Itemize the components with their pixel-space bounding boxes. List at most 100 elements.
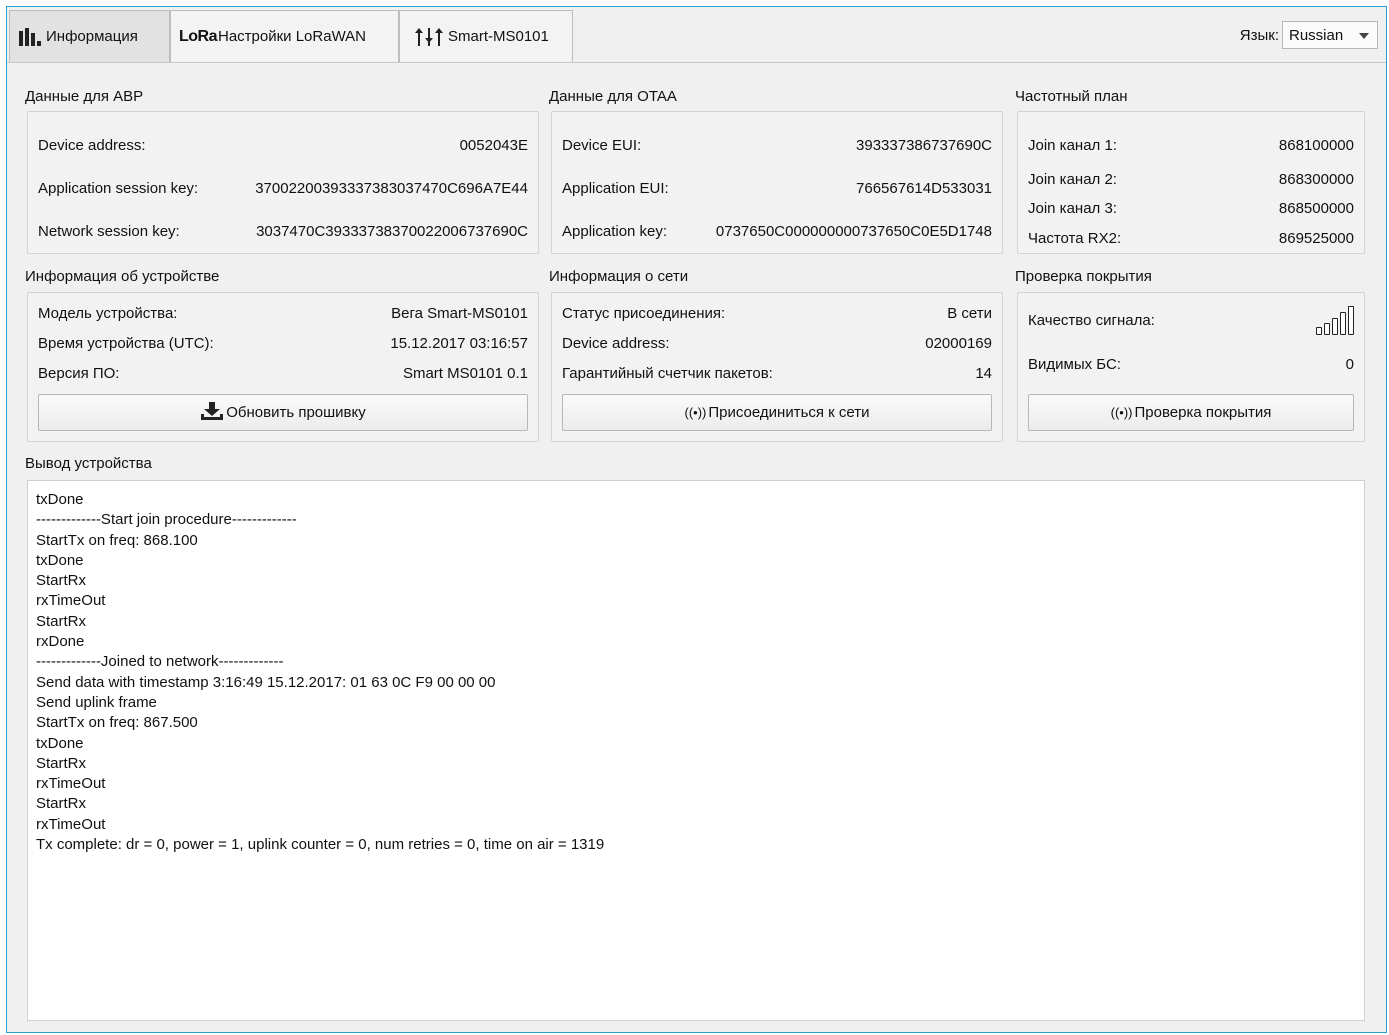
network-row-status: Статус присоединения: В сети [562,305,992,322]
button-label: Проверка покрытия [1134,404,1272,421]
tab-label: Информация [46,28,138,45]
sliders-icon [414,27,446,47]
row-label: Application EUI: [562,180,669,197]
log-line: Send data with timestamp 3:16:49 15.12.2… [36,673,496,691]
log-line: StartTx on freq: 867.500 [36,714,198,732]
language-select[interactable]: Russian [1282,21,1378,49]
tab-label: Настройки LoRaWAN [218,28,367,45]
row-label: Статус присоединения: [562,305,726,322]
row-value: 868300000 [1278,171,1354,188]
abp-row-app-session-key: Application session key: 370022003933373… [38,180,528,197]
chevron-down-icon [1359,33,1369,39]
coverage-row-bs: Видимых БС: 0 [1028,356,1354,373]
row-value: 868500000 [1278,200,1354,217]
otaa-panel: Device EUI: 393337386737690C Application… [551,111,1003,254]
row-value: 02000169 [925,335,992,352]
freq-row-join2: Join канал 2: 868300000 [1028,171,1354,188]
row-value: 393337386737690C [856,137,992,154]
row-label: Device address: [562,335,670,352]
row-value: 15.12.2017 03:16:57 [390,335,528,352]
row-value: 868100000 [1278,137,1354,154]
check-coverage-button[interactable]: ((•)) Проверка покрытия [1028,394,1354,431]
log-line: rxTimeOut [36,775,106,793]
log-line: -------------Joined to network----------… [36,653,284,671]
broadcast-icon: ((•)) [684,405,707,420]
row-label: Application session key: [38,180,199,197]
device-row-model: Модель устройства: Вега Smart-MS0101 [38,305,528,322]
device-row-time: Время устройства (UTC): 15.12.2017 03:16… [38,335,528,352]
log-line: Send uplink frame [36,693,157,711]
device-panel: Модель устройства: Вега Smart-MS0101 Вре… [27,292,539,442]
update-firmware-button[interactable]: Обновить прошивку [38,394,528,431]
log-line: txDone [36,734,84,752]
row-label: Device EUI: [562,137,642,154]
freq-row-join1: Join канал 1: 868100000 [1028,137,1354,154]
row-label: Application key: [562,223,668,240]
row-label: Модель устройства: [38,305,178,322]
log-line: StartRx [36,572,87,590]
log-line: rxDone [36,633,85,651]
signal-bar [1332,318,1338,335]
tab-lorawan-settings[interactable]: LoRa Настройки LoRaWAN [170,10,399,62]
abp-panel: Device address: 0052043E Application ses… [27,111,539,254]
join-network-button[interactable]: ((•)) Присоединиться к сети [562,394,992,431]
button-label: Присоединиться к сети [708,404,870,421]
row-value: 0052043E [459,137,528,154]
signal-bar [1348,306,1354,335]
device-title: Информация об устройстве [25,268,220,285]
network-row-packet-counter: Гарантийный счетчик пакетов: 14 [562,365,992,382]
log-line: StartRx [36,612,87,630]
log-line: StartRx [36,754,87,772]
language-value: Russian [1289,26,1344,44]
abp-title: Данные для ABP [25,88,144,105]
row-label: Качество сигнала: [1028,311,1155,329]
abp-row-device-address: Device address: 0052043E [38,137,528,154]
log-line: rxTimeOut [36,592,106,610]
row-label: Network session key: [38,223,180,240]
freq-row-rx2: Частота RX2: 869525000 [1028,230,1354,247]
row-label: Device address: [38,137,146,154]
tab-label: Smart-MS0101 [448,28,549,45]
bar-chart-icon [18,27,44,47]
row-value: 37002200393337383037470C696A7E44 [255,180,528,197]
tab-information[interactable]: Информация [9,10,170,62]
row-value: 0737650C000000000737650C0E5D1748 [715,223,992,240]
row-value: 0 [1345,356,1354,373]
row-value: Вега Smart-MS0101 [391,305,528,322]
freq-panel: Join канал 1: 868100000 Join канал 2: 86… [1017,111,1365,254]
coverage-row-signal: Качество сигнала: [1028,305,1354,335]
language-selector-group: Язык: Russian [1240,21,1378,49]
otaa-row-app-eui: Application EUI: 766567614D533031 [562,180,992,197]
device-output-console[interactable]: txDone -------------Start join procedure… [27,480,1365,1021]
row-label: Частота RX2: [1028,230,1122,247]
language-label: Язык: [1239,26,1279,44]
row-value: 869525000 [1278,230,1354,247]
log-line: rxTimeOut [36,815,106,833]
freq-row-join3: Join канал 3: 868500000 [1028,200,1354,217]
tab-smart-ms0101[interactable]: Smart-MS0101 [399,10,573,62]
row-value: 14 [975,365,992,382]
row-label: Гарантийный счетчик пакетов: [562,365,773,382]
lora-logo-text: LoRa [179,27,218,45]
row-label: Версия ПО: [38,365,120,382]
coverage-title: Проверка покрытия [1015,268,1152,285]
signal-bar [1324,323,1330,335]
log-line: -------------Start join procedure-------… [36,511,297,529]
output-title: Вывод устройства [25,455,152,472]
app-window: Информация LoRa Настройки LoRaWAN Smart-… [6,6,1387,1033]
log-line: txDone [36,491,84,508]
download-icon [200,402,224,423]
device-row-firmware: Версия ПО: Smart MS0101 0.1 [38,365,528,382]
row-value: Smart MS0101 0.1 [402,365,528,382]
network-title: Информация о сети [549,268,689,285]
row-label: Join канал 2: [1028,171,1117,188]
signal-bar [1316,327,1322,335]
button-label: Обновить прошивку [226,404,366,421]
abp-row-nwk-session-key: Network session key: 3037470C39333738370… [38,223,528,240]
tab-bar: Информация LoRa Настройки LoRaWAN Smart-… [7,7,1386,63]
broadcast-icon: ((•)) [1110,405,1133,420]
row-label: Время устройства (UTC): [38,335,214,352]
row-value: В сети [947,305,992,322]
row-label: Видимых БС: [1028,356,1121,373]
network-row-device-address: Device address: 02000169 [562,335,992,352]
